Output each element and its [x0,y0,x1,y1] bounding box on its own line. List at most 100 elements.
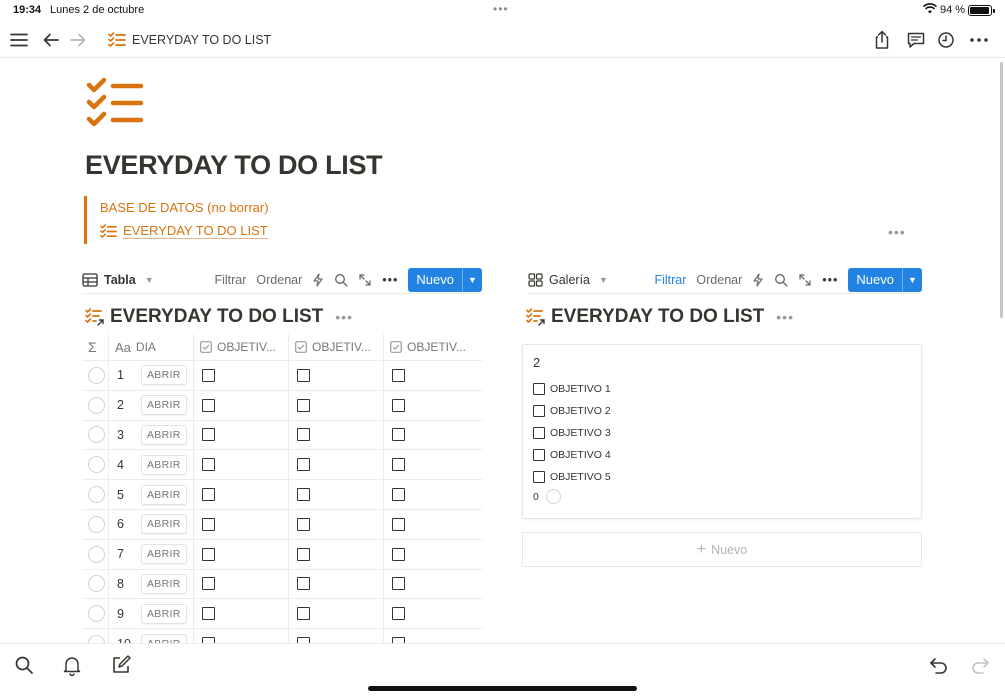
table-row[interactable]: 1 ABRIR [82,361,482,391]
checkbox[interactable] [392,428,405,442]
forward-arrow-icon[interactable] [67,29,89,51]
objetivo-1-cell[interactable] [194,361,289,390]
view-more-button[interactable]: ••• [822,273,838,287]
row-status-cell[interactable] [82,569,109,599]
checkbox[interactable] [202,428,215,442]
vertical-scrollbar[interactable] [1000,62,1003,318]
checkbox[interactable] [392,398,405,412]
dia-cell[interactable]: 5 ABRIR [109,480,194,509]
checkbox[interactable] [297,517,310,531]
expand-button[interactable] [358,273,372,287]
checkbox[interactable] [202,547,215,561]
open-row-button[interactable]: ABRIR [141,514,187,535]
dia-cell[interactable]: 2 ABRIR [109,390,194,420]
objetivo-3-cell[interactable] [384,540,482,569]
dia-cell[interactable]: 8 ABRIR [109,569,194,599]
gallery-view-selector[interactable]: Galería ▼ [528,273,608,287]
new-page-icon[interactable] [110,654,132,676]
block-more-button[interactable]: ••• [888,224,906,240]
database-more-button[interactable]: ••• [776,309,794,325]
dia-cell[interactable]: 3 ABRIR [109,420,194,450]
row-status-cell[interactable] [82,629,109,644]
checkbox[interactable] [202,488,215,502]
objetivo-3-cell[interactable] [384,450,482,479]
objetivo-1-cell[interactable] [194,629,289,644]
dia-cell[interactable]: 6 ABRIR [109,509,194,539]
database-more-button[interactable]: ••• [335,309,353,325]
row-status-cell[interactable] [82,420,109,450]
checkbox[interactable] [202,577,215,591]
card-objective[interactable]: OBJETIVO 4 [533,444,911,466]
automation-bolt-button[interactable] [752,272,764,287]
checkbox[interactable] [297,488,310,502]
row-status-cell[interactable] [82,509,109,539]
page-checklist-icon[interactable] [86,76,146,132]
table-row[interactable]: 9 ABRIR [82,599,482,630]
search-button[interactable] [774,273,788,287]
redo-icon[interactable] [969,654,991,676]
objetivo-1-cell[interactable] [194,599,289,629]
column-header-objetivo-3[interactable]: OBJETIV... [384,334,482,360]
breadcrumb[interactable]: EVERYDAY TO DO LIST [108,30,271,50]
dia-cell[interactable]: 4 ABRIR [109,450,194,480]
chevron-down-icon[interactable]: ▼ [462,267,482,292]
gallery-card[interactable]: 2 OBJETIVO 1 OBJETIVO 2 OBJETIVO 3 OBJETIVO… [522,344,922,519]
checkbox[interactable] [533,449,545,461]
checkbox[interactable] [392,547,405,561]
objetivo-1-cell[interactable] [194,480,289,509]
objetivo-1-cell[interactable] [194,569,289,599]
objetivo-3-cell[interactable] [384,629,482,644]
dia-cell[interactable]: 9 ABRIR [109,599,194,629]
card-objective[interactable]: OBJETIVO 1 [533,378,911,400]
checkbox[interactable] [297,547,310,561]
add-new-card-button[interactable]: + Nuevo [522,532,922,567]
checkbox[interactable] [392,607,405,621]
objetivo-1-cell[interactable] [194,390,289,420]
open-row-button[interactable]: ABRIR [141,365,187,386]
objetivo-2-cell[interactable] [289,629,384,644]
checkbox[interactable] [533,405,545,417]
row-status-cell[interactable] [82,599,109,629]
checkbox[interactable] [392,458,405,472]
table-row[interactable]: 7 ABRIR [82,539,482,570]
dia-cell[interactable]: 1 ABRIR [109,361,194,390]
checkbox[interactable] [533,383,545,395]
row-status-cell[interactable] [82,539,109,569]
objetivo-1-cell[interactable] [194,509,289,539]
column-header-objetivo-1[interactable]: OBJETIV... [194,334,289,360]
open-row-button[interactable]: ABRIR [141,395,187,416]
view-more-button[interactable]: ••• [382,273,398,287]
objetivo-1-cell[interactable] [194,450,289,480]
checkbox[interactable] [202,517,215,531]
checkbox[interactable] [392,577,405,591]
card-objective[interactable]: OBJETIVO 3 [533,422,911,444]
objetivo-3-cell[interactable] [384,361,482,390]
checkbox[interactable] [533,471,545,483]
row-status-cell[interactable] [82,480,109,509]
checkbox[interactable] [202,398,215,412]
filter-button[interactable]: Filtrar [214,273,246,287]
table-row[interactable]: 4 ABRIR [82,450,482,481]
checkbox[interactable] [297,607,310,621]
checkbox[interactable] [297,428,310,442]
objetivo-3-cell[interactable] [384,391,482,420]
share-icon[interactable] [871,29,893,51]
row-status-cell[interactable] [82,390,109,420]
open-row-button[interactable]: ABRIR [141,573,187,594]
objetivo-2-cell[interactable] [289,361,384,390]
column-header-sum[interactable]: Σ [82,334,109,360]
home-indicator[interactable] [368,686,637,691]
checkbox[interactable] [392,368,405,382]
menu-icon[interactable] [8,29,30,51]
objetivo-3-cell[interactable] [384,599,482,628]
table-row[interactable]: 8 ABRIR [82,569,482,600]
more-options-icon[interactable] [968,29,990,51]
dia-cell[interactable]: 10 ABRIR [109,629,194,644]
row-status-cell[interactable] [82,450,109,480]
open-row-button[interactable]: ABRIR [141,484,187,505]
search-icon[interactable] [13,654,35,676]
objetivo-2-cell[interactable] [289,450,384,480]
table-database-title[interactable]: EVERYDAY TO DO LIST ••• [85,306,353,328]
page-title[interactable]: EVERYDAY TO DO LIST [85,150,383,181]
open-row-button[interactable]: ABRIR [141,544,187,565]
